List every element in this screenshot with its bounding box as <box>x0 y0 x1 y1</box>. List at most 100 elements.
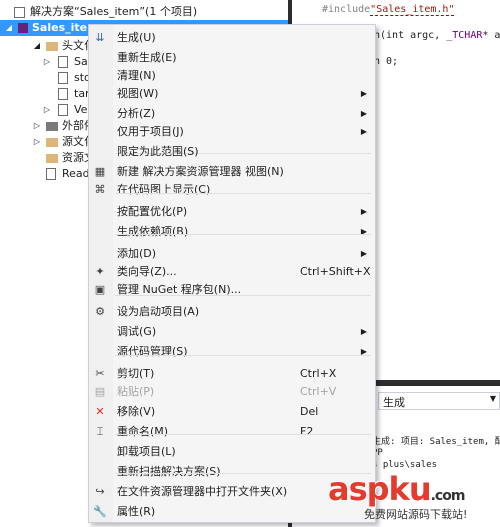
menu-item-1[interactable]: 重新生成(E) <box>89 48 375 67</box>
menu-item-3[interactable]: 视图(W) ▶ <box>89 84 375 103</box>
code-token: * ar <box>482 30 500 41</box>
menu-item-label: 新建 解决方案资源管理器 视图(N) <box>117 165 284 178</box>
menu-item-15[interactable]: 调试(G) ▶ <box>89 322 375 341</box>
tree-item-label: Sa <box>74 55 88 68</box>
menu-item-13[interactable]: ▣ 管理 NuGet 程序包(N)... <box>89 280 375 299</box>
tree-item-label: 解决方案“Sales_item”(1 个项目) <box>30 5 198 18</box>
expand-arrow-icon[interactable]: ▷ <box>42 54 52 70</box>
menu-item-7[interactable]: ▦ 新建 解决方案资源管理器 视图(N) <box>89 162 375 181</box>
build-icon: ⇊ <box>95 31 105 44</box>
menu-item-label: 粘贴(P) <box>117 385 155 398</box>
output-line: 生成: 项目: Sales_item, 配 <box>372 437 500 447</box>
output-source-select[interactable]: 生成 ▼ <box>378 392 500 410</box>
submenu-arrow-icon: ▶ <box>360 327 367 336</box>
open-folder-icon: ↪ <box>95 485 105 498</box>
menu-item-20[interactable]: ⌶ 重命名(M) F2 <box>89 422 375 441</box>
menu-item-label: 分析(Z) <box>117 107 156 120</box>
menu-item-shortcut: Del <box>300 405 319 418</box>
code-map-icon: ⌘ <box>94 183 106 196</box>
delete-icon: ✕ <box>95 405 105 418</box>
menu-item-5[interactable]: 仅用于项目(J) ▶ <box>89 122 375 141</box>
menu-item-4[interactable]: 分析(Z) ▶ <box>89 104 375 123</box>
text-file-icon <box>46 168 56 180</box>
submenu-arrow-icon: ▶ <box>360 227 367 236</box>
submenu-arrow-icon: ▶ <box>360 249 367 258</box>
menu-item-9[interactable]: 按配置优化(P) ▶ <box>89 202 375 221</box>
menu-item-6[interactable]: 限定为此范围(S) <box>89 142 375 161</box>
menu-item-8[interactable]: ⌘ 在代码图上显示(C) <box>89 180 375 199</box>
submenu-arrow-icon: ▶ <box>360 347 367 356</box>
menu-item-14[interactable]: ⚙ 设为启动项目(A) <box>89 302 375 321</box>
menu-item-label: 剪切(T) <box>117 367 155 380</box>
rename-icon: ⌶ <box>96 425 104 438</box>
menu-item-label: 管理 NuGet 程序包(N)... <box>117 283 242 296</box>
menu-item-label: 仅用于项目(J) <box>117 125 184 138</box>
code-line[interactable]: n(int argc, _TCHAR* ar <box>374 30 500 41</box>
submenu-arrow-icon: ▶ <box>360 127 367 136</box>
output-source-value: 生成 <box>383 396 405 409</box>
submenu-arrow-icon: ▶ <box>360 207 367 216</box>
new-view-icon: ▦ <box>94 165 106 178</box>
collapse-arrow-icon[interactable]: ◢ <box>32 38 42 54</box>
header-file-icon <box>58 72 68 84</box>
menu-item-shortcut: Ctrl+V <box>300 385 337 398</box>
menu-separator <box>115 295 371 296</box>
menu-item-label: 视图(W) <box>117 87 159 100</box>
code-token: #include <box>322 4 371 15</box>
menu-separator <box>115 434 371 435</box>
menu-item-2[interactable]: 清理(N) <box>89 66 375 85</box>
submenu-arrow-icon: ▶ <box>360 89 367 98</box>
wrench-icon: 🔧 <box>93 505 107 518</box>
tree-item-label: Ve <box>74 103 88 116</box>
menu-item-18[interactable]: ▤ 粘贴(P) Ctrl+V <box>89 382 375 401</box>
folder-icon <box>46 42 58 51</box>
chevron-down-icon: ▼ <box>489 394 496 403</box>
menu-item-shortcut: Ctrl+X <box>300 367 337 380</box>
watermark-logo: aspku.com <box>328 470 465 508</box>
tree-item-label: Sales_ite <box>32 21 88 34</box>
menu-separator <box>115 234 371 235</box>
header-file-icon <box>58 104 68 116</box>
references-icon <box>46 122 58 131</box>
gear-icon: ⚙ <box>95 305 105 318</box>
menu-item-label: 在代码图上显示(C) <box>117 183 211 196</box>
menu-item-label: 在文件资源管理器中打开文件夹(X) <box>117 485 288 498</box>
code-line[interactable]: #include"Sales_item.h" <box>322 4 455 16</box>
menu-item-21[interactable]: 卸载项目(L) <box>89 442 375 461</box>
menu-item-10[interactable]: 生成依赖项(B) ▶ <box>89 222 375 241</box>
menu-item-shortcut: F2 <box>300 425 314 438</box>
menu-item-0[interactable]: ⇊ 生成(U) <box>89 28 375 47</box>
expand-arrow-icon[interactable]: ▷ <box>42 102 52 118</box>
tree-item-solution[interactable]: 解决方案“Sales_item”(1 个项目) <box>0 4 288 20</box>
class-wizard-icon: ✦ <box>95 265 105 278</box>
menu-item-19[interactable]: ✕ 移除(V) Del <box>89 402 375 421</box>
code-token: n(int argc, <box>374 30 447 41</box>
expand-arrow-icon[interactable]: ▷ <box>32 134 42 150</box>
menu-item-label: 属性(R) <box>117 505 156 518</box>
menu-item-label: 类向导(Z)... <box>117 265 177 278</box>
collapse-arrow-icon[interactable]: ◢ <box>4 20 14 36</box>
code-token: _TCHAR <box>446 30 483 41</box>
menu-item-label: 重命名(M) <box>117 425 169 438</box>
menu-item-label: 限定为此范围(S) <box>117 145 199 158</box>
menu-item-label: 卸载项目(L) <box>117 445 176 458</box>
code-line[interactable]: n 0; <box>374 56 398 67</box>
menu-item-17[interactable]: ✂ 剪切(T) Ctrl+X <box>89 364 375 383</box>
project-icon <box>18 23 28 33</box>
menu-item-label: 设为启动项目(A) <box>117 305 200 318</box>
menu-item-label: 添加(D) <box>117 247 157 260</box>
paste-icon: ▤ <box>94 385 106 398</box>
tree-item-label: Read <box>62 167 90 180</box>
menu-item-11[interactable]: 添加(D) ▶ <box>89 244 375 263</box>
project-context-menu: ⇊ 生成(U) 重新生成(E) 清理(N) 视图(W) ▶ 分析(Z) ▶ 仅用于项目(J) ▶ 限… <box>88 24 376 523</box>
expand-arrow-icon[interactable]: ▷ <box>32 118 42 134</box>
menu-separator <box>115 355 371 356</box>
folder-icon <box>46 138 58 147</box>
menu-separator <box>115 193 371 194</box>
menu-item-16[interactable]: 源代码管理(S) ▶ <box>89 342 375 361</box>
menu-item-shortcut: Ctrl+Shift+X <box>300 265 371 278</box>
menu-item-label: 按配置优化(P) <box>117 205 188 218</box>
menu-item-12[interactable]: ✦ 类向导(Z)... Ctrl+Shift+X <box>89 262 375 281</box>
menu-item-label: 调试(G) <box>117 325 157 338</box>
menu-item-label: 重新生成(E) <box>117 51 177 64</box>
